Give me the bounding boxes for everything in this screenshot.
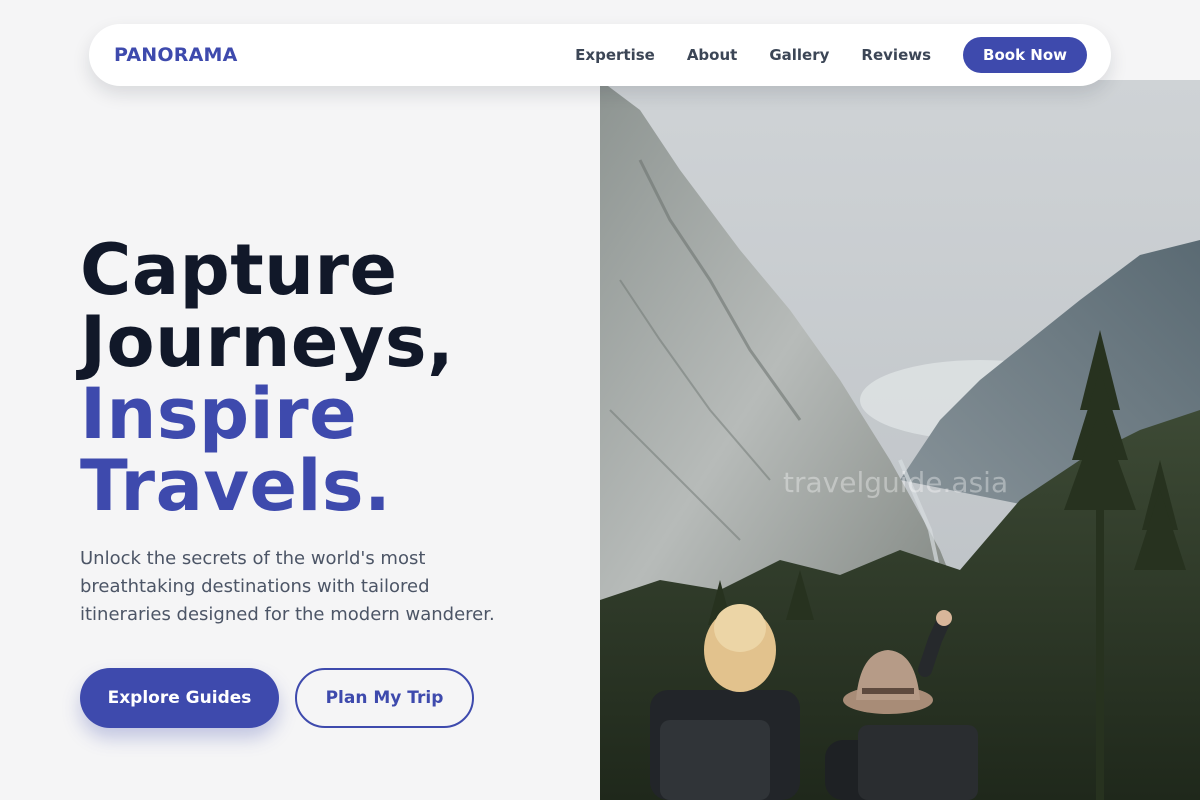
page: travelguide.asia PANORAMA Expertise Abou… (0, 0, 1200, 800)
image-watermark: travelguide.asia (783, 466, 1009, 499)
headline-line-1: Capture (80, 229, 398, 311)
hero-photo: travelguide.asia (600, 80, 1200, 800)
headline-line-4: Travels. (80, 445, 392, 527)
nav-link-reviews[interactable]: Reviews (861, 46, 931, 64)
nav-link-gallery[interactable]: Gallery (769, 46, 829, 64)
nav-link-expertise[interactable]: Expertise (575, 46, 655, 64)
book-now-button[interactable]: Book Now (963, 37, 1087, 73)
nav-links: Expertise About Gallery Reviews Book Now (575, 37, 1087, 73)
hero-headline: Capture Journeys, Inspire Travels. (80, 234, 454, 522)
explore-guides-button[interactable]: Explore Guides (80, 668, 279, 728)
headline-line-3: Inspire (80, 373, 358, 455)
brand-logo[interactable]: PANORAMA (114, 44, 238, 66)
nav-link-about[interactable]: About (687, 46, 738, 64)
hero-description: Unlock the secrets of the world's most b… (80, 548, 495, 625)
mountain-valley-illustration (600, 80, 1200, 800)
navbar: PANORAMA Expertise About Gallery Reviews… (89, 24, 1111, 86)
plan-my-trip-button[interactable]: Plan My Trip (295, 668, 474, 728)
headline-line-2: Journeys, (80, 301, 455, 383)
